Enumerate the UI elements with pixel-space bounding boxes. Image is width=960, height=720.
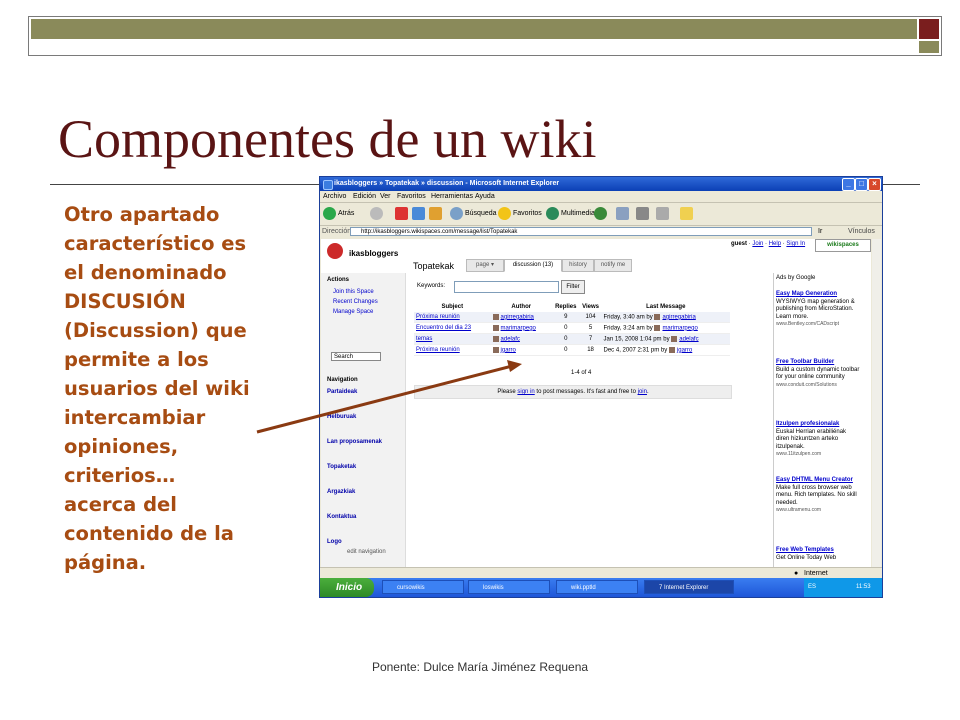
arrow-head — [507, 360, 522, 372]
arrow-line — [256, 364, 513, 434]
slide-footer: Ponente: Dulce María Jiménez Requena — [371, 660, 589, 674]
pointer-arrow — [256, 360, 522, 434]
